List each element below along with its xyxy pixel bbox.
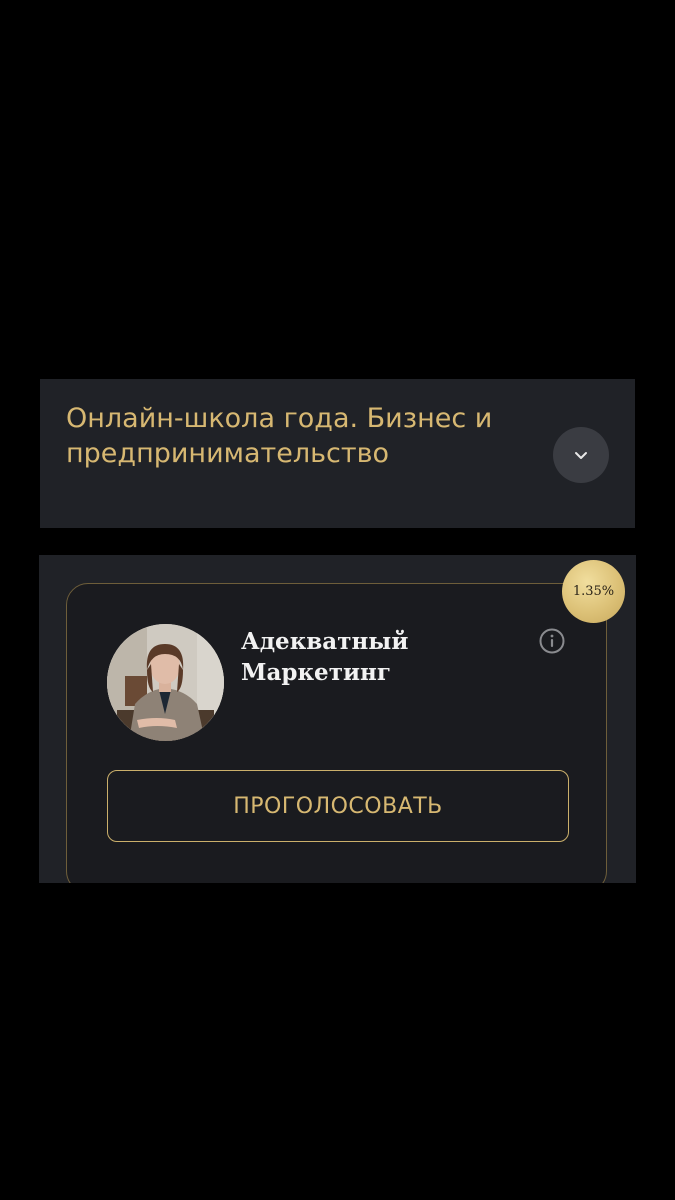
avatar — [107, 624, 224, 741]
category-title: Онлайн-школа года. Бизнес и предпринимат… — [66, 403, 493, 469]
expand-button[interactable] — [553, 427, 609, 483]
vote-percent-badge: 1.35% — [562, 560, 625, 623]
category-header[interactable]: Онлайн-школа года. Бизнес и предпринимат… — [40, 379, 635, 528]
nominee-section: Адекватный Маркетинг ПРОГОЛОСОВАТЬ — [39, 555, 636, 883]
info-button[interactable] — [539, 628, 565, 654]
vote-button[interactable]: ПРОГОЛОСОВАТЬ — [107, 770, 569, 842]
nominee-card: Адекватный Маркетинг ПРОГОЛОСОВАТЬ — [66, 583, 607, 883]
nominee-name: Адекватный Маркетинг — [241, 628, 409, 686]
nominee-photo — [107, 624, 224, 741]
chevron-down-icon — [575, 452, 587, 459]
info-icon — [539, 628, 565, 654]
